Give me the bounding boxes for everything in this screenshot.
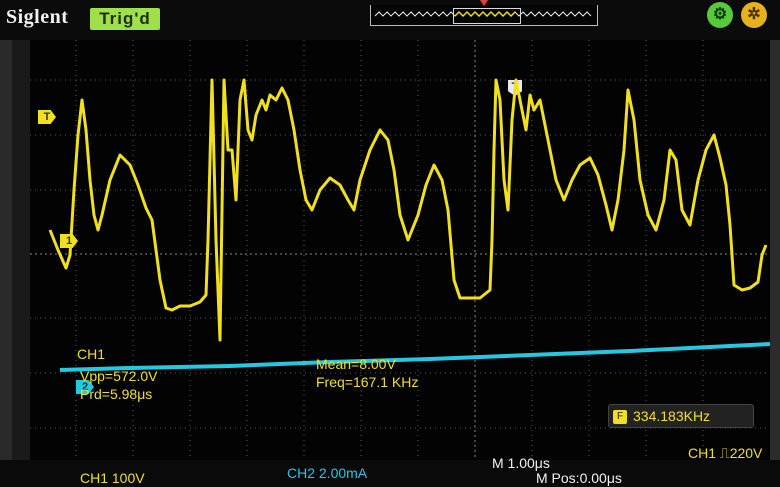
frequency-counter: F 334.183KHz <box>608 404 754 428</box>
counter-value: 334.183KHz <box>633 408 711 424</box>
trigger-setting[interactable]: CH1 ⎍220V <box>688 445 762 462</box>
measurement-period: Prd=5.98μs <box>80 386 153 402</box>
measurement-vpp: Vpp=572.0V <box>80 368 158 384</box>
memory-position-bar[interactable] <box>370 5 598 26</box>
ch1-scale[interactable]: CH1 100V <box>80 470 145 486</box>
horizontal-position[interactable]: M Pos:0.00μs <box>536 470 622 486</box>
counter-icon: F <box>613 410 627 425</box>
cog-icon[interactable]: ✲ <box>741 2 767 28</box>
memory-view-window[interactable] <box>453 8 521 24</box>
measurement-frequency: Freq=167.1 KHz <box>316 374 419 390</box>
ch2-trace <box>59 342 770 372</box>
measurement-channel-label: CH1 <box>77 346 106 362</box>
bezel-left-edge <box>0 40 12 487</box>
ch1-trace <box>48 78 768 342</box>
timebase[interactable]: M 1.00μs <box>492 455 550 471</box>
brand-logo: Siglent <box>6 6 69 28</box>
status-header: Siglent Trig'd ⚙ ✲ <box>0 0 780 40</box>
gear-icon[interactable]: ⚙ <box>707 2 733 28</box>
trigger-top-marker <box>480 0 488 6</box>
measurement-mean: Mean=8.00V <box>316 356 396 372</box>
ch2-scale[interactable]: CH2 2.00mA <box>287 465 367 481</box>
status-footer: CH1 100V CH2 2.00mA M 1.00μs M Pos:0.00μ… <box>0 445 780 487</box>
trigger-status-badge: Trig'd <box>90 8 160 30</box>
status-icons: ⚙ ✲ <box>705 2 775 32</box>
